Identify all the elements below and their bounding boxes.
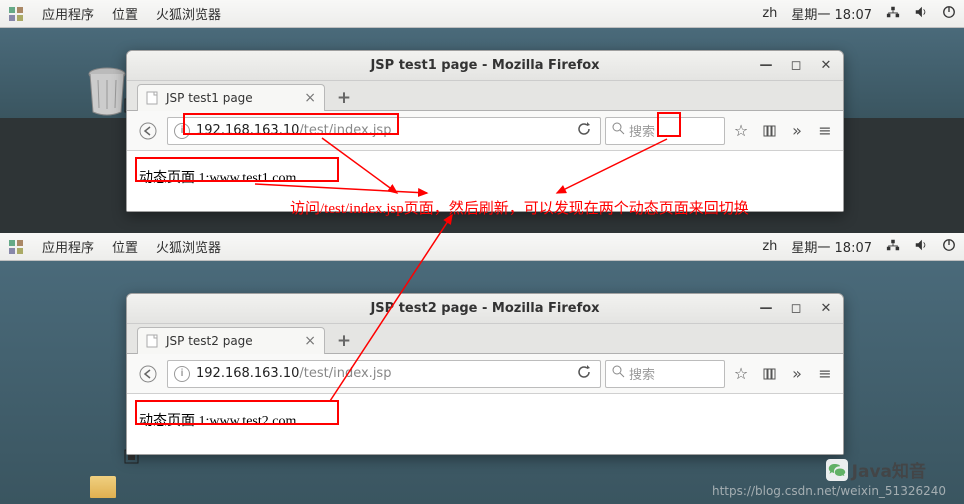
minimize-button[interactable]: — — [755, 297, 777, 319]
folder-icon[interactable] — [90, 476, 116, 498]
watermark-brand: Java知音 — [826, 457, 926, 482]
url-bar[interactable]: i 192.168.163.10/test/index.jsp — [167, 360, 601, 388]
menu-applications[interactable]: 应用程序 — [42, 237, 94, 256]
page-content: 动态页面 1:www.test2.com — [127, 394, 843, 454]
search-bar[interactable]: 搜索 — [605, 117, 725, 145]
window-title: JSP test1 page - Mozilla Firefox — [370, 58, 599, 73]
menu-places[interactable]: 位置 — [112, 237, 138, 256]
url-text: 192.168.163.10/test/index.jsp — [196, 366, 568, 381]
maximize-button[interactable]: ◻ — [785, 297, 807, 319]
new-tab-button[interactable]: + — [331, 328, 357, 353]
bookmark-star-icon[interactable]: ☆ — [729, 360, 753, 388]
menu-places[interactable]: 位置 — [112, 4, 138, 23]
trash-icon[interactable] — [86, 66, 128, 116]
volume-icon[interactable] — [914, 5, 928, 23]
tab-active[interactable]: JSP test2 page × — [137, 327, 325, 354]
tab-bar: JSP test1 page × + — [127, 81, 843, 111]
overflow-icon[interactable]: » — [785, 117, 809, 145]
library-icon[interactable] — [757, 117, 781, 145]
network-icon[interactable] — [886, 5, 900, 23]
search-icon — [612, 365, 625, 382]
library-icon[interactable] — [757, 360, 781, 388]
menu-firefox[interactable]: 火狐浏览器 — [156, 237, 221, 256]
favicon-blank-icon — [146, 91, 160, 105]
tab-close-icon[interactable]: × — [304, 90, 316, 106]
reload-button[interactable] — [574, 362, 594, 386]
tab-active[interactable]: JSP test1 page × — [137, 84, 325, 111]
page-body-text: 动态页面 1:www.test2.com — [137, 408, 298, 432]
page-body-text: 动态页面 1:www.test1.com — [137, 165, 298, 189]
date-time[interactable]: 星期一 18:07 — [791, 237, 872, 256]
overflow-icon[interactable]: » — [785, 360, 809, 388]
annotation-text: 访问/test/index.jsp页面，然后刷新，可以发现在两个动态页面来回切换 — [290, 197, 749, 218]
toolbar: i 192.168.163.10/test/index.jsp 搜索 ☆ » ≡ — [127, 354, 843, 394]
back-button[interactable] — [133, 360, 163, 388]
toolbar: i 192.168.163.10/test/index.jsp 搜索 ☆ » ≡ — [127, 111, 843, 151]
url-bar[interactable]: i 192.168.163.10/test/index.jsp — [167, 117, 601, 145]
maximize-button[interactable]: ◻ — [785, 54, 807, 76]
back-button[interactable] — [133, 117, 163, 145]
new-tab-button[interactable]: + — [331, 85, 357, 110]
search-bar[interactable]: 搜索 — [605, 360, 725, 388]
menu-firefox[interactable]: 火狐浏览器 — [156, 4, 221, 23]
close-button[interactable]: ✕ — [815, 297, 837, 319]
search-icon — [612, 122, 625, 139]
site-info-icon[interactable]: i — [174, 366, 190, 382]
window-titlebar[interactable]: JSP test1 page - Mozilla Firefox — ◻ ✕ — [127, 51, 843, 81]
gnome-top-bar: 应用程序 位置 火狐浏览器 zh 星期一 18:07 — [0, 0, 964, 28]
window-titlebar[interactable]: JSP test2 page - Mozilla Firefox — ◻ ✕ — [127, 294, 843, 324]
activities-icon — [8, 239, 24, 255]
lang-indicator[interactable]: zh — [762, 239, 777, 254]
reload-button[interactable] — [574, 119, 594, 143]
watermark-url: https://blog.csdn.net/weixin_51326240 — [712, 484, 946, 498]
browser-window-1: JSP test1 page - Mozilla Firefox — ◻ ✕ J… — [126, 50, 844, 212]
search-placeholder: 搜索 — [629, 364, 655, 383]
window-title: JSP test2 page - Mozilla Firefox — [370, 301, 599, 316]
activities-icon — [8, 6, 24, 22]
browser-window-2: JSP test2 page - Mozilla Firefox — ◻ ✕ J… — [126, 293, 844, 455]
menu-applications[interactable]: 应用程序 — [42, 4, 94, 23]
close-button[interactable]: ✕ — [815, 54, 837, 76]
favicon-blank-icon — [146, 334, 160, 348]
network-icon[interactable] — [886, 238, 900, 256]
tab-label: JSP test2 page — [166, 334, 253, 348]
gnome-top-bar: 应用程序 位置 火狐浏览器 zh 星期一 18:07 — [0, 233, 964, 261]
bookmark-star-icon[interactable]: ☆ — [729, 117, 753, 145]
search-placeholder: 搜索 — [629, 121, 655, 140]
site-info-icon[interactable]: i — [174, 123, 190, 139]
volume-icon[interactable] — [914, 238, 928, 256]
tab-label: JSP test1 page — [166, 91, 253, 105]
tab-bar: JSP test2 page × + — [127, 324, 843, 354]
url-text: 192.168.163.10/test/index.jsp — [196, 123, 568, 138]
date-time[interactable]: 星期一 18:07 — [791, 4, 872, 23]
tab-close-icon[interactable]: × — [304, 333, 316, 349]
minimize-button[interactable]: — — [755, 54, 777, 76]
power-icon[interactable] — [942, 238, 956, 256]
hamburger-menu-icon[interactable]: ≡ — [813, 117, 837, 145]
power-icon[interactable] — [942, 5, 956, 23]
hamburger-menu-icon[interactable]: ≡ — [813, 360, 837, 388]
lang-indicator[interactable]: zh — [762, 6, 777, 21]
wechat-icon — [826, 459, 848, 481]
